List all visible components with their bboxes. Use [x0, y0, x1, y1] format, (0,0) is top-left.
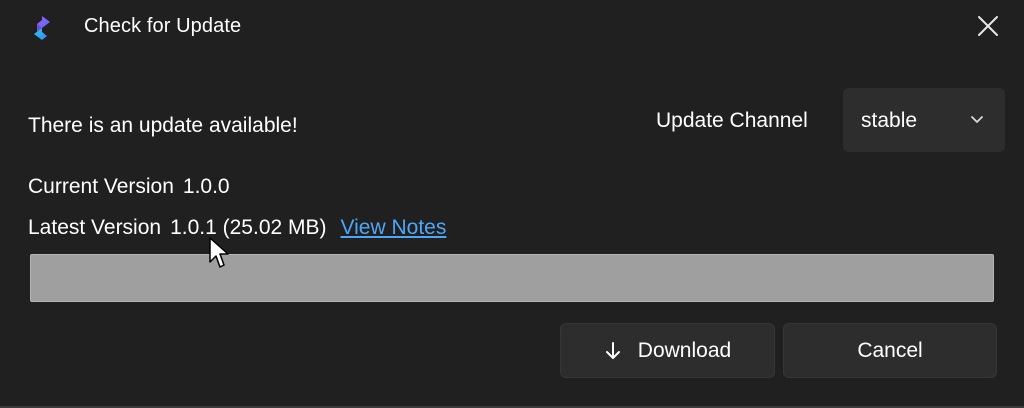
title-bar: Check for Update	[0, 0, 1024, 56]
close-button[interactable]	[970, 10, 1006, 46]
latest-version-value: 1.0.1 (25.02 MB)	[170, 216, 327, 239]
latest-version-row: Latest Version 1.0.1 (25.02 MB) View Notes	[28, 216, 446, 240]
chevron-down-icon	[969, 112, 985, 126]
update-channel-label: Update Channel	[656, 109, 808, 132]
download-button-label: Download	[637, 338, 732, 362]
current-version-value: 1.0.0	[182, 175, 230, 198]
download-button[interactable]: Download	[560, 323, 775, 378]
download-progress-bar	[30, 254, 994, 302]
arrow-down-icon	[604, 341, 622, 361]
update-dialog: Check for Update There is an update avai…	[0, 0, 1024, 408]
mouse-pointer-icon	[208, 236, 230, 270]
current-version-row: Current Version 1.0.0	[28, 175, 230, 199]
cancel-button[interactable]: Cancel	[783, 323, 997, 378]
update-channel-value: stable	[861, 109, 918, 132]
update-channel-select[interactable]: stable	[843, 88, 1005, 152]
latest-version-label: Latest Version	[28, 216, 162, 239]
update-available-message: There is an update available!	[28, 114, 298, 137]
app-logo-icon	[30, 14, 54, 42]
cancel-button-label: Cancel	[857, 338, 923, 362]
current-version-label: Current Version	[28, 175, 174, 198]
view-notes-link[interactable]: View Notes	[341, 216, 447, 239]
close-icon	[977, 15, 999, 42]
window-title: Check for Update	[84, 15, 242, 37]
